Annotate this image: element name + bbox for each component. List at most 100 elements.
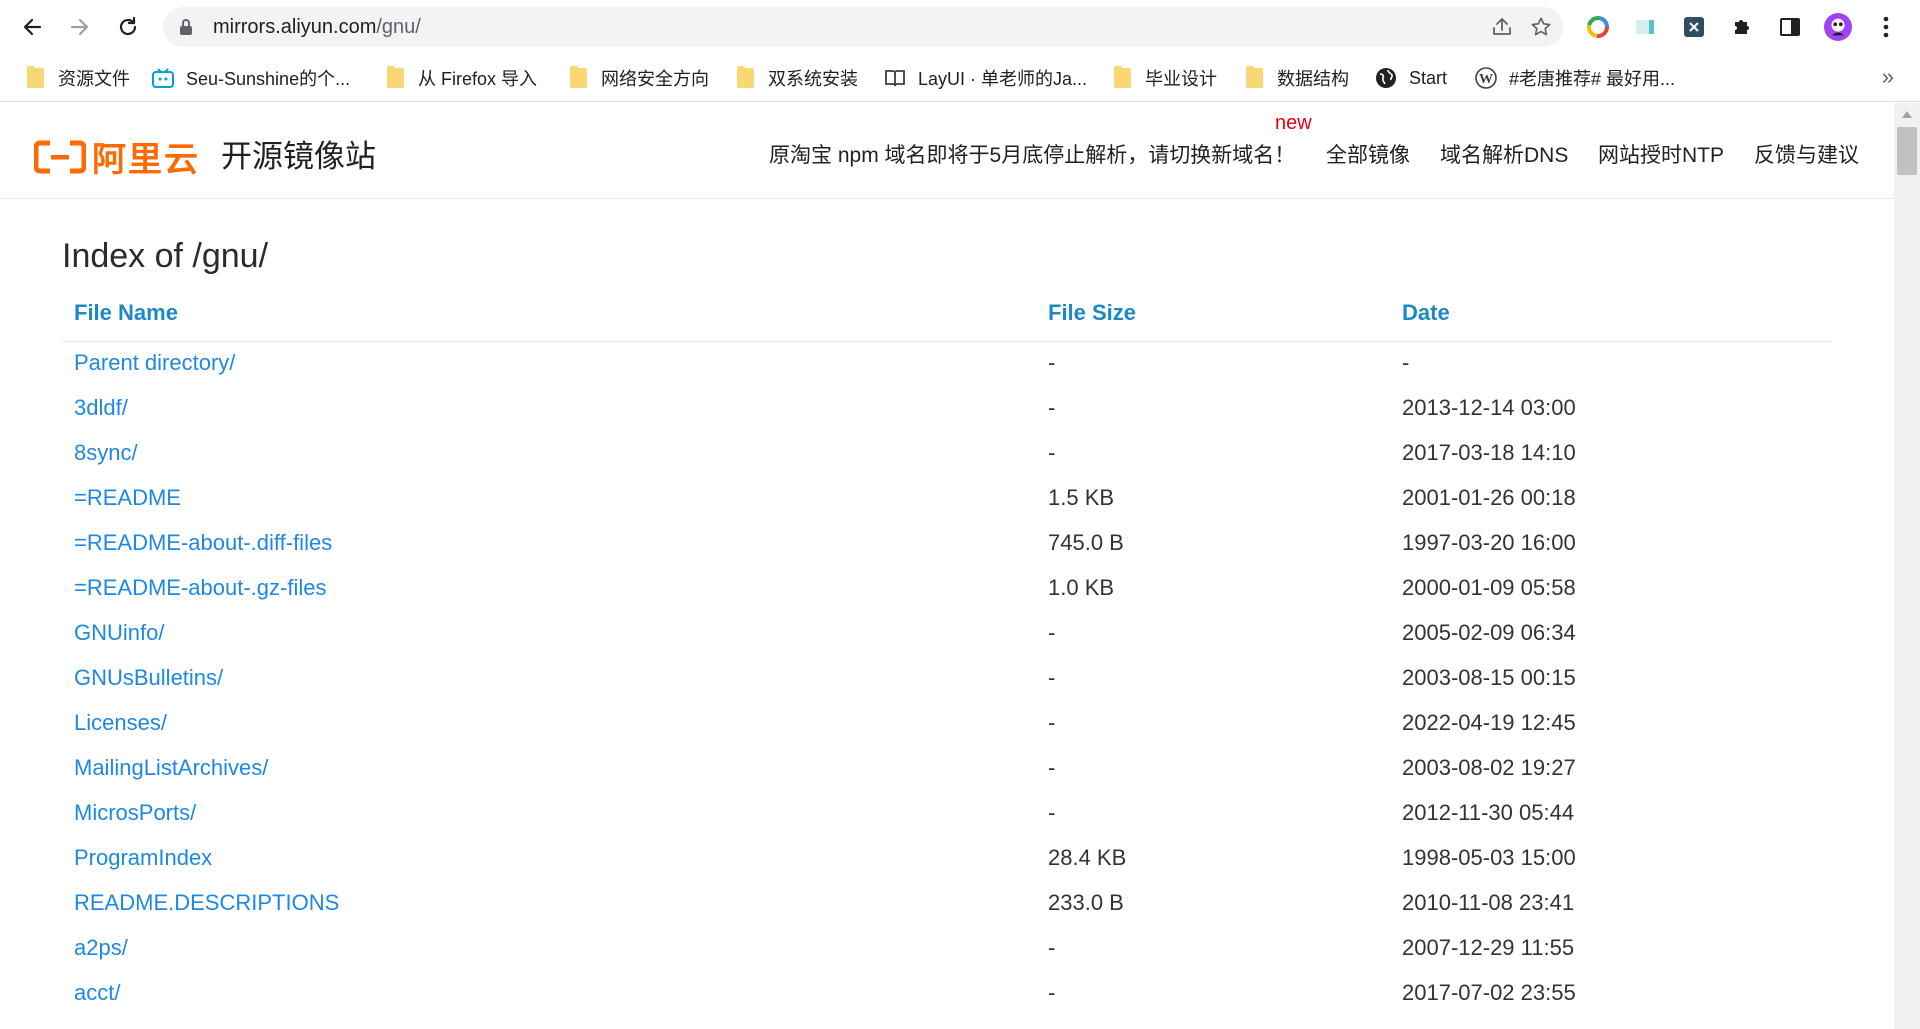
folder-icon bbox=[1111, 66, 1133, 89]
svg-text:W: W bbox=[1479, 72, 1493, 87]
table-row: README.DESCRIPTIONS 233.0 B 2010-11-08 2… bbox=[62, 882, 1832, 927]
file-link[interactable]: MailingListArchives/ bbox=[74, 755, 268, 781]
file-size: 28.4 KB bbox=[1048, 845, 1127, 870]
bookmark-item[interactable]: 网络安全方向 bbox=[567, 63, 709, 93]
bookmark-item[interactable]: Start bbox=[1375, 63, 1447, 93]
address-bar[interactable]: mirrors.aliyun.com/gnu/ bbox=[163, 7, 1563, 47]
forward-arrow-icon bbox=[70, 18, 89, 36]
forward-button[interactable] bbox=[62, 9, 98, 45]
aliyun-logo-icon bbox=[34, 140, 86, 173]
file-size: - bbox=[1048, 755, 1056, 780]
page-scrollbar[interactable] bbox=[1894, 103, 1920, 1029]
nav-ntp[interactable]: 网站授时NTP bbox=[1598, 139, 1724, 169]
bookmark-item[interactable]: Seu-Sunshine的个... bbox=[152, 63, 350, 93]
bookmark-item[interactable]: 资源文件 bbox=[24, 63, 130, 93]
book-icon bbox=[884, 67, 906, 89]
x-extension-icon[interactable] bbox=[1680, 13, 1708, 41]
file-size: 1.0 KB bbox=[1048, 575, 1115, 600]
table-row: a2ps/ - 2007-12-29 11:55 bbox=[62, 927, 1832, 972]
file-size: - bbox=[1048, 350, 1056, 375]
table-row: 8sync/ - 2017-03-18 14:10 bbox=[62, 432, 1832, 477]
scroll-thumb[interactable] bbox=[1897, 127, 1917, 175]
puzzle-icon[interactable] bbox=[1728, 13, 1756, 41]
folder-icon bbox=[1243, 66, 1265, 89]
new-badge: new bbox=[1275, 112, 1312, 134]
bookmark-item[interactable]: 双系统安装 bbox=[734, 63, 858, 93]
nav-all-mirrors[interactable]: 全部镜像 bbox=[1326, 139, 1410, 169]
file-link[interactable]: a2ps/ bbox=[74, 935, 128, 961]
file-size: 1.5 KB bbox=[1048, 485, 1115, 510]
back-button[interactable] bbox=[14, 9, 50, 45]
aliyun-logo[interactable]: 阿里云 bbox=[34, 132, 200, 181]
file-size: 233.0 B bbox=[1048, 890, 1124, 915]
file-size: 745.0 B bbox=[1048, 530, 1124, 555]
file-link[interactable]: 8sync/ bbox=[74, 440, 138, 466]
reload-icon bbox=[119, 16, 137, 36]
url-path: /gnu/ bbox=[376, 16, 421, 38]
file-link[interactable]: =README-about-.gz-files bbox=[74, 575, 326, 601]
share-icon[interactable] bbox=[1490, 15, 1514, 39]
bookmark-item[interactable]: W #老唐推荐# 最好用... bbox=[1475, 63, 1675, 93]
folder-icon bbox=[567, 66, 589, 89]
bookmark-item[interactable]: 从 Firefox 导入 bbox=[384, 63, 537, 93]
file-size: - bbox=[1048, 980, 1056, 1005]
file-size: - bbox=[1048, 620, 1056, 645]
logo-text: 阿里云 bbox=[92, 141, 200, 179]
column-header-date[interactable]: Date bbox=[1402, 300, 1450, 326]
lock-icon[interactable] bbox=[179, 18, 193, 41]
file-date: 2017-07-02 23:55 bbox=[1402, 980, 1576, 1005]
bookmark-label: 毕业设计 bbox=[1145, 69, 1217, 89]
file-date: 2010-11-08 23:41 bbox=[1402, 890, 1575, 915]
file-link[interactable]: 3dldf/ bbox=[74, 395, 128, 421]
file-date: 2001-01-26 00:18 bbox=[1402, 485, 1576, 510]
bookmark-label: 数据结构 bbox=[1277, 69, 1349, 89]
bookmark-label: 资源文件 bbox=[58, 69, 130, 89]
folder-icon bbox=[24, 66, 46, 89]
bookmark-item[interactable]: 毕业设计 bbox=[1111, 63, 1217, 93]
file-link[interactable]: ProgramIndex bbox=[74, 845, 212, 871]
page-viewport: 阿里云 开源镜像站 原淘宝 npm 域名即将于5月底停止解析，请切换新域名！ n… bbox=[0, 103, 1920, 1029]
file-date: 2003-08-15 00:15 bbox=[1402, 665, 1576, 690]
table-row: Licenses/ - 2022-04-19 12:45 bbox=[62, 702, 1832, 747]
menu-dots-icon[interactable] bbox=[1872, 13, 1900, 41]
wordpress-icon: W bbox=[1475, 67, 1497, 89]
side-panel-icon[interactable] bbox=[1776, 13, 1804, 41]
table-row: GNUsBulletins/ - 2003-08-15 00:15 bbox=[62, 657, 1832, 702]
google-icon[interactable] bbox=[1584, 13, 1612, 41]
file-size: - bbox=[1048, 395, 1056, 420]
profile-avatar-icon[interactable] bbox=[1824, 13, 1852, 41]
file-date: 2000-01-09 05:58 bbox=[1402, 575, 1576, 600]
reload-button[interactable] bbox=[110, 9, 146, 45]
file-link[interactable]: Licenses/ bbox=[74, 710, 167, 736]
file-link[interactable]: MicrosPorts/ bbox=[74, 800, 196, 826]
folder-icon bbox=[384, 66, 406, 89]
file-size: - bbox=[1048, 800, 1056, 825]
scroll-up-arrow-icon[interactable] bbox=[1902, 111, 1912, 118]
table-row: =README 1.5 KB 2001-01-26 00:18 bbox=[62, 477, 1832, 522]
bookmark-label: 双系统安装 bbox=[768, 69, 858, 89]
column-header-size[interactable]: File Size bbox=[1048, 300, 1136, 326]
table-row: =README-about-.gz-files 1.0 KB 2000-01-0… bbox=[62, 567, 1832, 612]
file-size: - bbox=[1048, 665, 1056, 690]
table-row: ProgramIndex 28.4 KB 1998-05-03 15:00 bbox=[62, 837, 1832, 882]
file-link[interactable]: GNUsBulletins/ bbox=[74, 665, 223, 691]
file-link[interactable]: Parent directory/ bbox=[74, 350, 235, 376]
star-icon[interactable] bbox=[1529, 15, 1553, 39]
notice-link[interactable]: 原淘宝 npm 域名即将于5月底停止解析，请切换新域名！ bbox=[769, 139, 1295, 169]
tab-icon[interactable] bbox=[1632, 13, 1660, 41]
bookmarks-overflow-button[interactable]: » bbox=[1882, 64, 1894, 90]
url-text[interactable]: mirrors.aliyun.com/gnu/ bbox=[213, 7, 421, 47]
bookmark-item[interactable]: LayUI · 单老师的Ja... bbox=[884, 63, 1087, 93]
bookmark-item[interactable]: 数据结构 bbox=[1243, 63, 1349, 93]
file-link[interactable]: GNUinfo/ bbox=[74, 620, 164, 646]
table-row: MicrosPorts/ - 2012-11-30 05:44 bbox=[62, 792, 1832, 837]
nav-feedback[interactable]: 反馈与建议 bbox=[1754, 139, 1859, 169]
file-link[interactable]: =README-about-.diff-files bbox=[74, 530, 332, 556]
table-row: =README-about-.diff-files 745.0 B 1997-0… bbox=[62, 522, 1832, 567]
file-link[interactable]: acct/ bbox=[74, 980, 120, 1006]
file-link[interactable]: =README bbox=[74, 485, 181, 511]
column-header-name[interactable]: File Name bbox=[74, 300, 178, 326]
file-date: 2022-04-19 12:45 bbox=[1402, 710, 1576, 735]
file-link[interactable]: README.DESCRIPTIONS bbox=[74, 890, 339, 916]
nav-dns[interactable]: 域名解析DNS bbox=[1440, 139, 1568, 169]
